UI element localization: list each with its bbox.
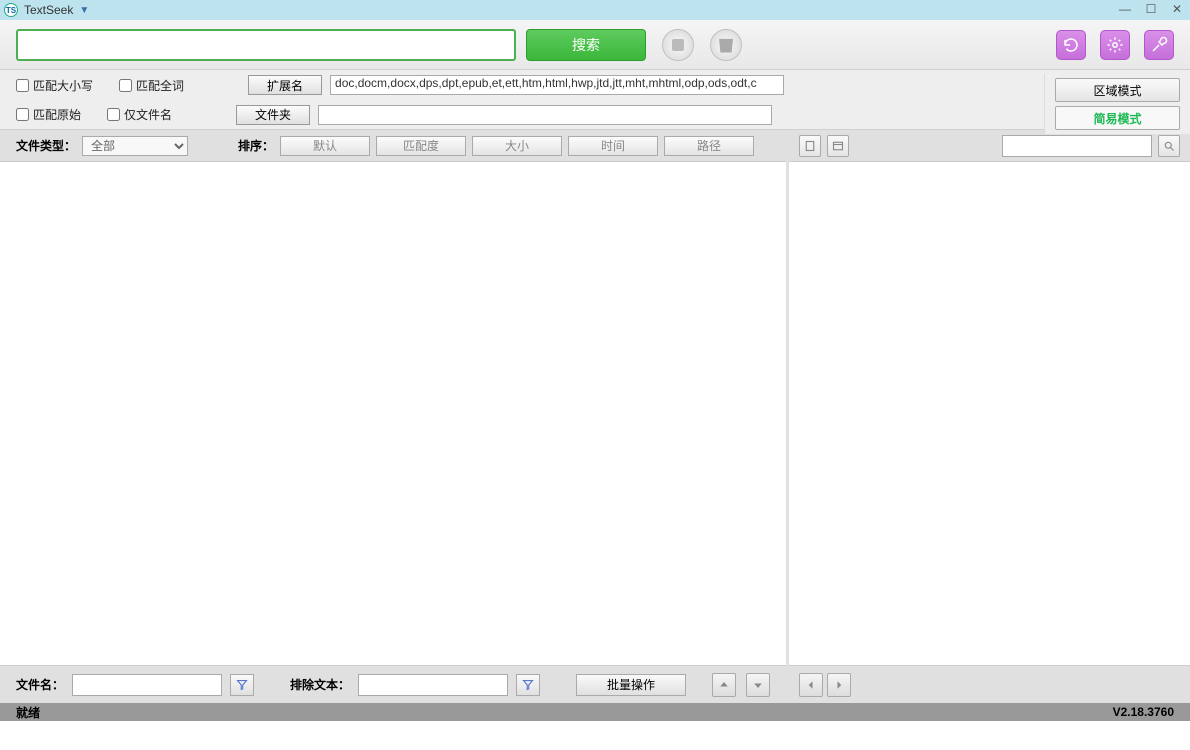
match-case-checkbox[interactable]: 匹配大小写 [16, 77, 93, 94]
clear-button[interactable] [710, 29, 742, 61]
prev-button[interactable] [799, 673, 823, 697]
sort-default-button[interactable]: 默认 [280, 136, 370, 156]
exclude-text-input[interactable] [358, 674, 508, 696]
title-dropdown-icon[interactable]: ▼ [79, 5, 89, 16]
results-bottom-bar: 文件名： 排除文本： 批量操作 [0, 665, 786, 703]
preview-search-button[interactable] [1158, 135, 1180, 157]
preview-panel [789, 130, 1190, 703]
sort-label: 排序： [238, 137, 274, 154]
tools-button[interactable] [1144, 30, 1174, 60]
arrow-right-icon [833, 679, 845, 691]
arrow-left-icon [805, 679, 817, 691]
status-text: 就绪 [16, 704, 40, 721]
scroll-down-button[interactable] [746, 673, 770, 697]
extension-button[interactable]: 扩展名 [248, 75, 322, 95]
exclude-filter-button[interactable] [516, 674, 540, 696]
top-toolbar: 搜索 [0, 20, 1190, 70]
search-icon [1163, 140, 1175, 152]
filetype-label: 文件类型： [16, 137, 76, 154]
arrow-up-icon [718, 679, 730, 691]
filename-filter-input[interactable] [72, 674, 222, 696]
version-text: V2.18.3760 [1113, 705, 1174, 719]
sort-time-button[interactable]: 时间 [568, 136, 658, 156]
options-row-2: 匹配原始 仅文件名 文件夹 [0, 100, 1190, 130]
options-row-1: 匹配大小写 匹配全词 扩展名 doc,docm,docx,dps,dpt,epu… [0, 70, 1190, 100]
search-input[interactable] [16, 29, 516, 61]
settings-button[interactable] [1100, 30, 1130, 60]
results-list [0, 162, 786, 665]
filename-filter-label: 文件名： [16, 676, 64, 693]
match-original-checkbox[interactable]: 匹配原始 [16, 106, 81, 123]
gear-icon [1106, 36, 1124, 54]
mode-panel: 区域模式 简易模式 [1044, 74, 1190, 134]
folder-field[interactable] [318, 105, 772, 125]
stop-button[interactable] [662, 29, 694, 61]
filter-bar: 文件类型： 全部 排序： 默认 匹配度 大小 时间 路径 [0, 130, 786, 162]
stop-icon [672, 39, 684, 51]
sort-path-button[interactable]: 路径 [664, 136, 754, 156]
minimize-button[interactable]: — [1118, 2, 1132, 16]
filename-only-checkbox[interactable]: 仅文件名 [107, 106, 172, 123]
extension-field[interactable]: doc,docm,docx,dps,dpt,epub,et,ett,htm,ht… [330, 75, 784, 95]
scroll-up-button[interactable] [712, 673, 736, 697]
match-whole-checkbox[interactable]: 匹配全词 [119, 77, 184, 94]
preview-window-button[interactable] [827, 135, 849, 157]
window-icon [832, 140, 844, 152]
match-original-label: 匹配原始 [33, 106, 81, 123]
funnel-icon [522, 679, 534, 691]
preview-search-input[interactable] [1002, 135, 1152, 157]
simple-mode-button[interactable]: 简易模式 [1055, 106, 1180, 130]
filename-only-label: 仅文件名 [124, 106, 172, 123]
filename-filter-button[interactable] [230, 674, 254, 696]
trash-icon [719, 37, 733, 53]
preview-doc-button[interactable] [799, 135, 821, 157]
document-icon [804, 140, 816, 152]
results-panel: 文件类型： 全部 排序： 默认 匹配度 大小 时间 路径 文件名： 排除文本： … [0, 130, 789, 703]
next-button[interactable] [827, 673, 851, 697]
app-title: TextSeek [24, 3, 73, 17]
preview-body [789, 162, 1190, 665]
region-mode-button[interactable]: 区域模式 [1055, 78, 1180, 102]
sort-match-button[interactable]: 匹配度 [376, 136, 466, 156]
sort-size-button[interactable]: 大小 [472, 136, 562, 156]
refresh-icon [1062, 36, 1080, 54]
arrow-down-icon [752, 679, 764, 691]
exclude-text-label: 排除文本： [290, 676, 350, 693]
preview-toolbar [789, 130, 1190, 162]
main-area: 文件类型： 全部 排序： 默认 匹配度 大小 时间 路径 文件名： 排除文本： … [0, 130, 1190, 703]
app-icon: TS [4, 3, 18, 17]
filetype-select[interactable]: 全部 [82, 136, 188, 156]
status-bar: 就绪 V2.18.3760 [0, 703, 1190, 721]
titlebar: TS TextSeek ▼ — ☐ ✕ [0, 0, 1190, 20]
maximize-button[interactable]: ☐ [1144, 2, 1158, 16]
search-button[interactable]: 搜索 [526, 29, 646, 61]
batch-button[interactable]: 批量操作 [576, 674, 686, 696]
folder-button[interactable]: 文件夹 [236, 105, 310, 125]
refresh-button[interactable] [1056, 30, 1086, 60]
preview-bottom-bar [789, 665, 1190, 703]
funnel-icon [236, 679, 248, 691]
tools-icon [1150, 36, 1168, 54]
match-whole-label: 匹配全词 [136, 77, 184, 94]
match-case-label: 匹配大小写 [33, 77, 93, 94]
close-button[interactable]: ✕ [1170, 2, 1184, 16]
